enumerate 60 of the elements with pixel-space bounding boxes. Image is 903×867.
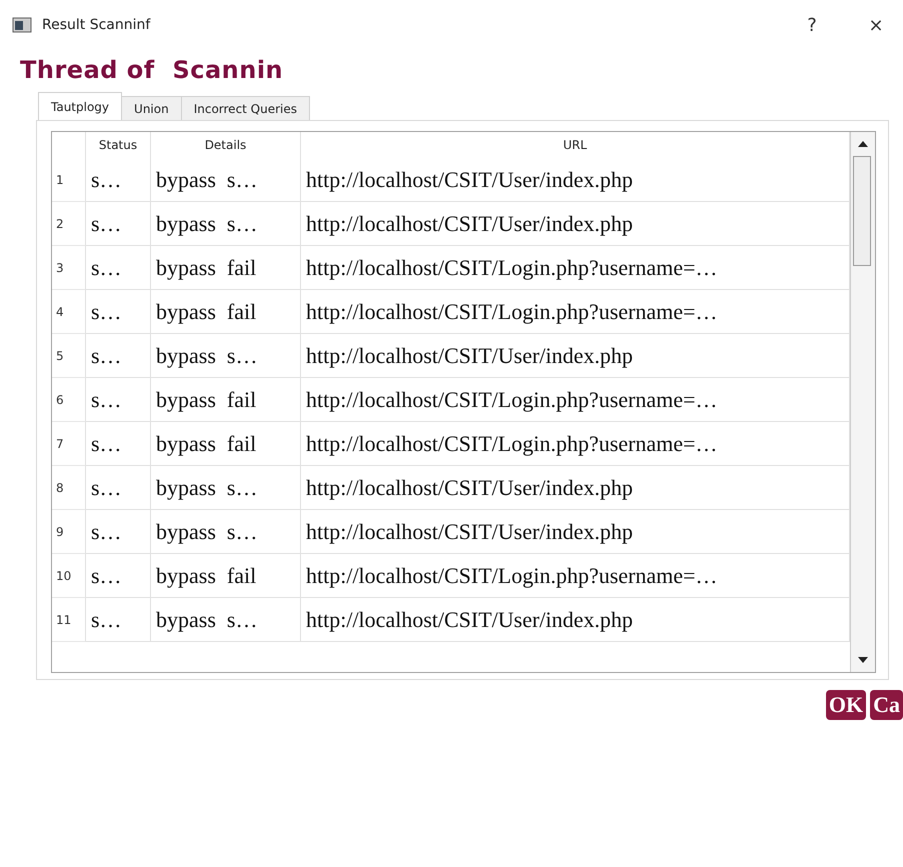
scroll-thumb[interactable] [853, 156, 871, 266]
table-cell: s… [86, 202, 151, 246]
row-number: 7 [52, 422, 86, 466]
table-cell: http://localhost/CSIT/Login.php?username=… [301, 554, 850, 598]
table-cell: s… [86, 334, 151, 378]
table-cell: bypass s… [151, 334, 301, 378]
table-cell: s… [86, 158, 151, 202]
row-number: 4 [52, 290, 86, 334]
table-cell: s… [86, 378, 151, 422]
table-cell: s… [86, 510, 151, 554]
row-number: 9 [52, 510, 86, 554]
row-number: 10 [52, 554, 86, 598]
window-title: Result Scanninf [42, 17, 152, 33]
ok-button[interactable]: OK [826, 690, 866, 720]
tab[interactable]: Tautplogy [38, 92, 122, 120]
table-cell: s… [86, 554, 151, 598]
table-cell: http://localhost/CSIT/User/index.php [301, 466, 850, 510]
table-cell: bypass fail [151, 246, 301, 290]
table-cell: http://localhost/CSIT/User/index.php [301, 510, 850, 554]
table-cell: http://localhost/CSIT/Login.php?username=… [301, 290, 850, 334]
heading: Thread of Scannin [19, 55, 284, 84]
row-number: 2 [52, 202, 86, 246]
table-cell: http://localhost/CSIT/User/index.php [301, 158, 850, 202]
table-cell: http://localhost/CSIT/Login.php?username=… [301, 422, 850, 466]
table-cell: bypass s… [151, 202, 301, 246]
tab[interactable]: Incorrect Queries [180, 96, 310, 120]
window-icon [12, 17, 32, 33]
cancel-button[interactable]: Ca [870, 690, 903, 720]
table-cell: bypass s… [151, 466, 301, 510]
column-header[interactable]: Details [151, 132, 301, 158]
scroll-up-icon[interactable] [858, 140, 868, 148]
table-cell: bypass s… [151, 158, 301, 202]
table-cell: bypass s… [151, 598, 301, 642]
scroll-down-icon[interactable] [858, 656, 868, 664]
row-number: 3 [52, 246, 86, 290]
table-cell: s… [86, 598, 151, 642]
help-button[interactable]: ? [785, 5, 839, 45]
tab[interactable]: Union [121, 96, 182, 120]
table-cell: bypass s… [151, 510, 301, 554]
table-cell: bypass fail [151, 378, 301, 422]
scrollbar[interactable] [850, 132, 875, 672]
row-number: 6 [52, 378, 86, 422]
column-header[interactable]: Status [86, 132, 151, 158]
table-cell: bypass fail [151, 290, 301, 334]
table-cell: bypass fail [151, 422, 301, 466]
row-number: 5 [52, 334, 86, 378]
table-cell: s… [86, 246, 151, 290]
table-cell: http://localhost/CSIT/Login.php?username=… [301, 378, 850, 422]
row-number: 11 [52, 598, 86, 642]
table-cell: bypass fail [151, 554, 301, 598]
table-cell: s… [86, 466, 151, 510]
table-cell: http://localhost/CSIT/User/index.php [301, 334, 850, 378]
table-cell: http://localhost/CSIT/Login.php?username=… [301, 246, 850, 290]
row-number: 8 [52, 466, 86, 510]
close-button[interactable]: × [849, 5, 903, 45]
table-cell: s… [86, 290, 151, 334]
table-cell: s… [86, 422, 151, 466]
row-number: 1 [52, 158, 86, 202]
table-cell: http://localhost/CSIT/User/index.php [301, 202, 850, 246]
table-cell: http://localhost/CSIT/User/index.php [301, 598, 850, 642]
